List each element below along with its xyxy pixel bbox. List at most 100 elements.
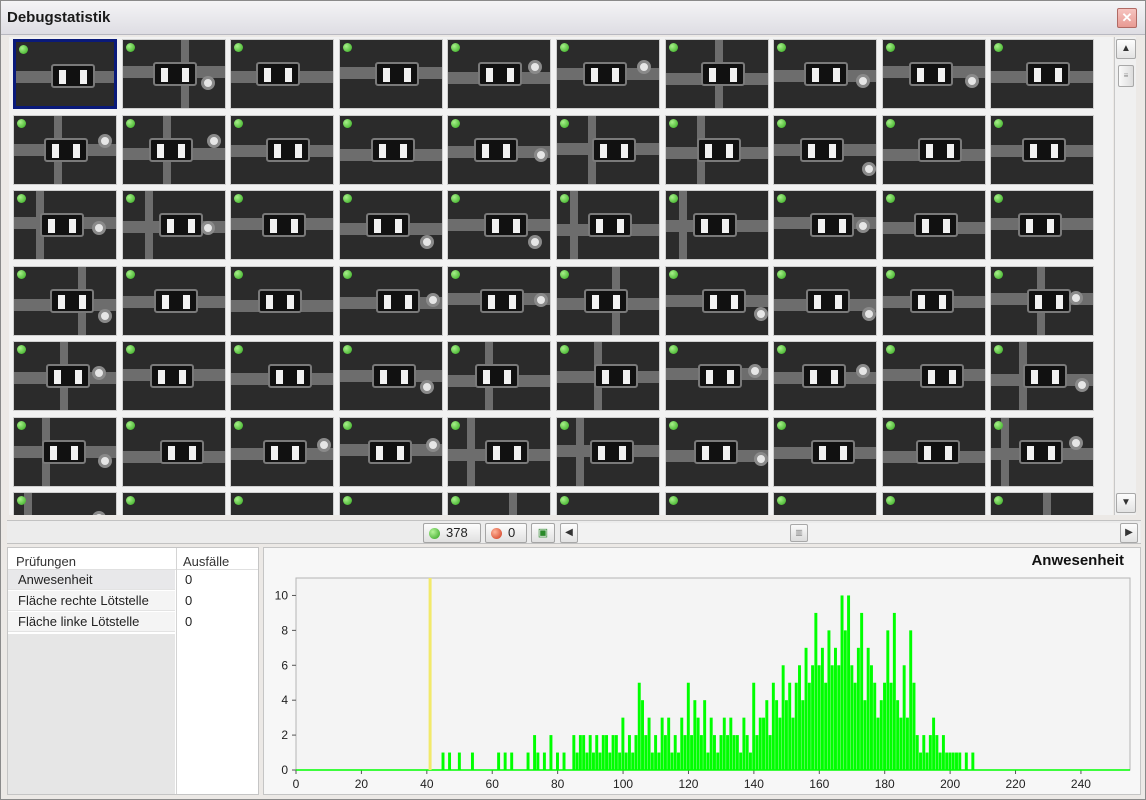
inspection-thumbnail[interactable] [338, 114, 443, 185]
inspection-thumbnail[interactable] [13, 190, 117, 260]
horizontal-scroll-thumb[interactable]: ▥ [790, 524, 808, 542]
inspection-thumbnail[interactable] [773, 492, 878, 515]
scroll-up-button[interactable]: ▲ [1116, 39, 1136, 59]
inspection-thumbnail[interactable] [881, 114, 986, 185]
inspection-thumbnail[interactable] [121, 265, 226, 336]
inspection-thumbnail[interactable] [556, 39, 660, 109]
inspection-thumbnail[interactable] [881, 265, 986, 336]
inspection-thumbnail[interactable] [230, 416, 335, 487]
column-header-failures[interactable]: Ausfälle [183, 554, 229, 569]
inspection-thumbnail[interactable] [556, 416, 660, 487]
inspection-thumbnail[interactable] [556, 114, 660, 185]
inspection-thumbnail[interactable] [338, 265, 443, 336]
inspection-thumbnail[interactable] [773, 341, 878, 411]
inspection-thumbnail[interactable] [447, 190, 552, 260]
y-tick-label: 10 [275, 588, 289, 602]
pass-count-filter[interactable]: 378 [423, 523, 481, 543]
inspection-thumbnail[interactable] [773, 416, 878, 487]
inspection-thumbnail[interactable] [13, 341, 117, 411]
close-button[interactable]: ✕ [1117, 8, 1137, 28]
inspection-thumbnail[interactable] [664, 190, 769, 260]
scroll-right-button[interactable]: ▶ [1120, 523, 1138, 543]
scroll-down-button[interactable]: ▼ [1116, 493, 1136, 513]
inspection-thumbnail[interactable] [230, 114, 335, 185]
inspection-thumbnail[interactable] [338, 341, 443, 411]
inspection-thumbnail[interactable] [556, 265, 660, 336]
inspection-thumbnail[interactable] [881, 341, 986, 411]
inspection-thumbnail[interactable] [230, 265, 335, 336]
inspection-thumbnail[interactable] [664, 492, 769, 515]
inspection-thumbnail[interactable] [664, 265, 769, 336]
histogram-bar [699, 735, 703, 770]
inspection-thumbnail[interactable] [230, 492, 335, 515]
inspection-thumbnail[interactable] [447, 265, 552, 336]
fail-count-filter[interactable]: 0 [485, 523, 527, 543]
inspection-thumbnail[interactable] [121, 416, 226, 487]
inspection-thumbnail[interactable] [121, 190, 226, 260]
inspection-thumbnail[interactable] [990, 416, 1095, 487]
inspection-thumbnail[interactable] [990, 341, 1095, 411]
inspection-thumbnail[interactable] [881, 416, 986, 487]
inspection-thumbnail[interactable] [773, 265, 878, 336]
inspection-thumbnail[interactable] [881, 492, 986, 515]
inspection-thumbnail[interactable] [121, 39, 226, 109]
image-view-button[interactable]: ▣ [531, 523, 555, 543]
inspection-thumbnail[interactable] [230, 190, 335, 260]
pass-status-icon [668, 345, 678, 354]
inspection-thumbnail[interactable] [556, 190, 660, 260]
inspection-thumbnail[interactable] [990, 265, 1095, 336]
table-row[interactable]: Fläche linke Lötstelle 0 [8, 612, 258, 632]
histogram-bar [778, 717, 782, 770]
histogram-bar [618, 752, 622, 770]
column-header-inspections[interactable]: Prüfungen [16, 554, 76, 569]
pass-status-icon [342, 345, 352, 354]
pass-status-icon [668, 269, 678, 279]
table-row[interactable]: Fläche rechte Lötstelle 0 [8, 591, 258, 611]
table-row[interactable]: Anwesenheit 0 [8, 570, 258, 590]
vertical-scroll-thumb[interactable]: ≡ [1118, 65, 1134, 87]
inspection-thumbnail[interactable] [773, 39, 878, 109]
inspection-thumbnail[interactable] [664, 39, 769, 109]
scroll-left-button[interactable]: ◀ [560, 523, 578, 543]
histogram-bar [941, 735, 945, 770]
inspection-thumbnail[interactable] [121, 341, 226, 411]
inspection-thumbnail[interactable] [121, 114, 226, 185]
inspection-thumbnail[interactable] [990, 39, 1095, 109]
inspection-thumbnail[interactable] [230, 39, 335, 109]
inspection-thumbnail[interactable] [338, 39, 443, 109]
inspection-thumbnail[interactable] [664, 416, 769, 487]
horizontal-scrollbar[interactable]: ◀ ▥ ▶ [560, 523, 1140, 543]
inspection-thumbnail[interactable] [13, 416, 117, 487]
inspection-thumbnail[interactable] [556, 341, 660, 411]
inspection-thumbnail[interactable] [447, 492, 552, 515]
inspection-thumbnail[interactable] [556, 492, 660, 515]
inspection-thumbnail[interactable] [881, 190, 986, 260]
inspection-thumbnail[interactable] [881, 39, 986, 109]
inspection-thumbnail[interactable] [664, 341, 769, 411]
inspection-thumbnail[interactable] [13, 492, 117, 515]
y-tick-label: 6 [281, 658, 288, 672]
inspection-thumbnail[interactable] [338, 492, 443, 515]
inspection-thumbnail[interactable] [121, 492, 226, 515]
inspection-thumbnail[interactable] [447, 39, 552, 109]
inspection-thumbnail[interactable] [664, 114, 769, 185]
inspection-thumbnail[interactable] [338, 190, 443, 260]
inspection-thumbnail[interactable] [13, 114, 117, 185]
inspection-thumbnail[interactable] [447, 341, 552, 411]
inspection-thumbnail[interactable] [773, 190, 878, 260]
histogram-bar [830, 665, 834, 770]
inspection-thumbnail[interactable] [447, 416, 552, 487]
y-tick-label: 2 [281, 728, 288, 742]
inspection-thumbnail[interactable] [773, 114, 878, 185]
inspection-thumbnail[interactable] [447, 114, 552, 185]
inspection-thumbnail[interactable] [990, 114, 1095, 185]
inspection-thumbnail[interactable] [338, 416, 443, 487]
inspection-thumbnail[interactable] [13, 39, 117, 109]
inspection-thumbnail[interactable] [990, 190, 1095, 260]
inspection-thumbnail[interactable] [13, 265, 117, 336]
inspection-thumbnail[interactable] [990, 492, 1095, 515]
vertical-scrollbar[interactable]: ▲ ≡ ▼ [1114, 37, 1136, 515]
pass-status-icon [234, 496, 244, 505]
inspection-thumbnail[interactable] [230, 341, 335, 411]
histogram-bar [585, 752, 589, 770]
